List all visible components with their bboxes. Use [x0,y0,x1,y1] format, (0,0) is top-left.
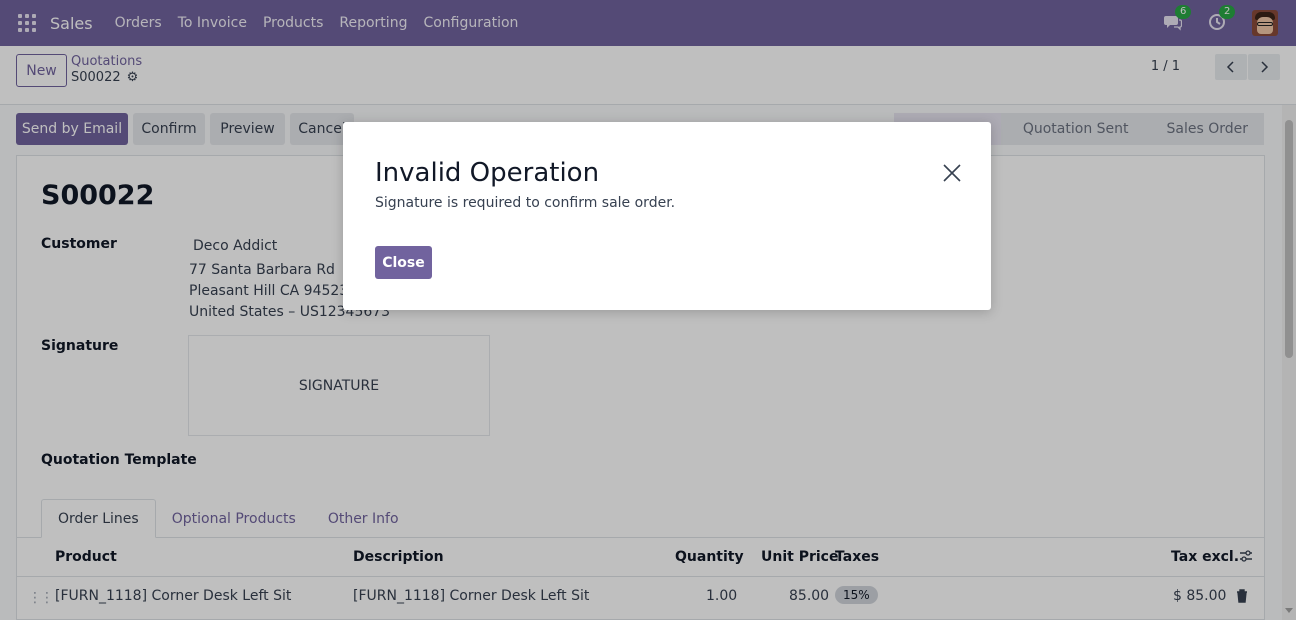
dialog-message: Signature is required to confirm sale or… [375,195,676,211]
close-button[interactable]: Close [375,246,432,279]
modal-backdrop [0,0,1296,620]
dialog-title: Invalid Operation [375,158,600,188]
invalid-operation-dialog: Invalid Operation Signature is required … [343,122,991,310]
close-icon[interactable] [941,162,963,184]
